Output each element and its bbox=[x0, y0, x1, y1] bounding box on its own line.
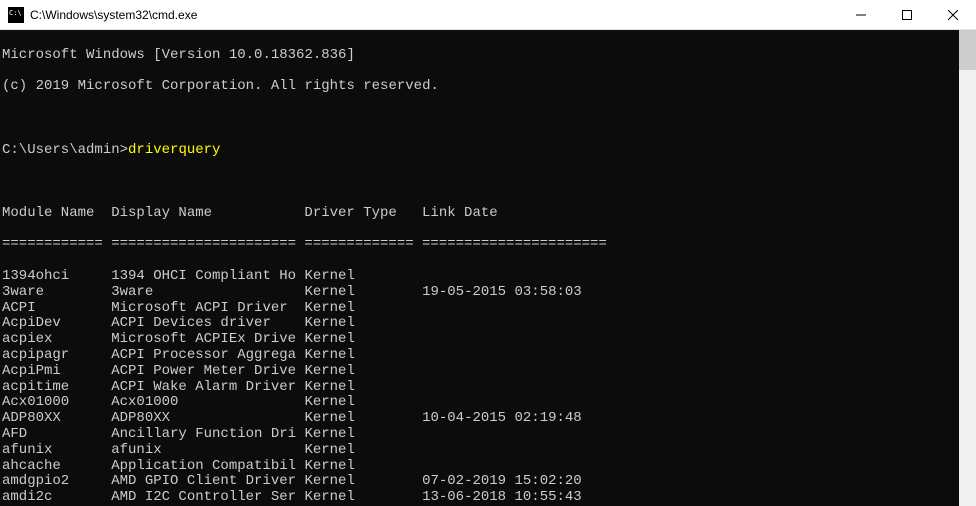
sep-module: ============ bbox=[2, 237, 111, 253]
table-row: acpipagr ACPI Processor Aggrega Kernel bbox=[2, 348, 976, 364]
table-row: AcpiPmi ACPI Power Meter Drive Kernel bbox=[2, 364, 976, 380]
version-line: Microsoft Windows [Version 10.0.18362.83… bbox=[2, 48, 976, 64]
scrollbar-thumb[interactable] bbox=[959, 30, 976, 70]
cmd-icon bbox=[8, 7, 24, 23]
terminal-output[interactable]: Microsoft Windows [Version 10.0.18362.83… bbox=[0, 30, 976, 506]
window-controls bbox=[838, 0, 976, 29]
table-row: 3ware 3ware Kernel 19-05-2015 03:58:03 bbox=[2, 285, 976, 301]
scrollbar-track[interactable] bbox=[959, 30, 976, 506]
table-row: AFD Ancillary Function Dri Kernel bbox=[2, 427, 976, 443]
header-module: Module Name bbox=[2, 206, 111, 222]
header-display: Display Name bbox=[111, 206, 304, 222]
maximize-button[interactable] bbox=[884, 0, 930, 29]
table-separator: ========================================… bbox=[2, 237, 976, 253]
close-button[interactable] bbox=[930, 0, 976, 29]
table-header: Module NameDisplay NameDriver TypeLink D… bbox=[2, 206, 976, 222]
sep-type: ============= bbox=[304, 237, 422, 253]
prompt-text: C:\Users\admin> bbox=[2, 142, 128, 158]
table-row: ahcache Application Compatibil Kernel bbox=[2, 459, 976, 475]
command-text: driverquery bbox=[128, 142, 220, 158]
table-row: amdi2c AMD I2C Controller Ser Kernel 13-… bbox=[2, 490, 976, 506]
sep-date: ====================== bbox=[422, 237, 607, 253]
table-row: amdgpio2 AMD GPIO Client Driver Kernel 0… bbox=[2, 474, 976, 490]
minimize-icon bbox=[856, 10, 866, 20]
window-titlebar: C:\Windows\system32\cmd.exe bbox=[0, 0, 976, 30]
table-rows: 1394ohci 1394 OHCI Compliant Ho Kernel 3… bbox=[2, 269, 976, 506]
maximize-icon bbox=[902, 10, 912, 20]
sep-display: ====================== bbox=[111, 237, 304, 253]
window-title: C:\Windows\system32\cmd.exe bbox=[30, 8, 838, 22]
table-row: afunix afunix Kernel bbox=[2, 443, 976, 459]
vertical-scrollbar[interactable] bbox=[959, 30, 976, 506]
copyright-line: (c) 2019 Microsoft Corporation. All righ… bbox=[2, 79, 976, 95]
table-row: AcpiDev ACPI Devices driver Kernel bbox=[2, 316, 976, 332]
prompt-line: C:\Users\admin>driverquery bbox=[2, 143, 976, 159]
table-row: ACPI Microsoft ACPI Driver Kernel bbox=[2, 301, 976, 317]
header-date: Link Date bbox=[422, 206, 498, 222]
table-row: acpiex Microsoft ACPIEx Drive Kernel bbox=[2, 332, 976, 348]
close-icon bbox=[948, 10, 958, 20]
table-row: acpitime ACPI Wake Alarm Driver Kernel bbox=[2, 380, 976, 396]
blank-line bbox=[2, 111, 976, 127]
table-row: ADP80XX ADP80XX Kernel 10-04-2015 02:19:… bbox=[2, 411, 976, 427]
blank-line bbox=[2, 174, 976, 190]
header-type: Driver Type bbox=[304, 206, 422, 222]
table-row: Acx01000 Acx01000 Kernel bbox=[2, 395, 976, 411]
minimize-button[interactable] bbox=[838, 0, 884, 29]
table-row: 1394ohci 1394 OHCI Compliant Ho Kernel bbox=[2, 269, 976, 285]
